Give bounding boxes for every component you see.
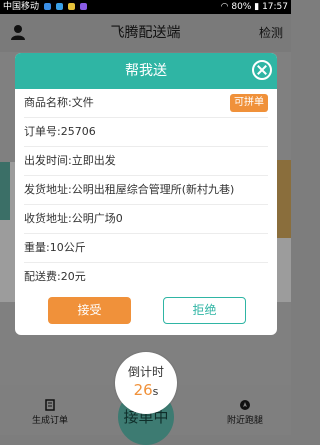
order-number: 订单号:25706	[24, 125, 96, 138]
document-icon	[45, 399, 55, 411]
delivery-address: 收货地址:公明广场0	[24, 212, 123, 225]
status-right: ◠ 80% ▮ 17:57	[221, 0, 288, 14]
background-strip	[0, 162, 10, 220]
carrier-label: 中国移动	[3, 2, 40, 12]
row-pickup-address: 发货地址:公明出租屋综合管理所(新村九巷)	[24, 176, 268, 205]
pickup-address: 发货地址:公明出租屋综合管理所(新村九巷)	[24, 183, 235, 196]
row-order-number: 订单号:25706	[24, 118, 268, 147]
app-bar: 飞腾配送端 检测	[0, 14, 291, 52]
combinable-badge: 可拼单	[230, 94, 268, 112]
status-carrier: 中国移动	[3, 0, 87, 14]
nav-nearby[interactable]: 附近跑腿	[215, 399, 275, 426]
countdown-unit: s	[152, 385, 159, 398]
countdown-label: 倒计时	[127, 365, 164, 379]
background-badge	[277, 160, 291, 238]
row-product: 商品名称:文件 可拼单	[24, 89, 268, 118]
row-delivery-address: 收货地址:公明广场0	[24, 205, 268, 234]
order-modal: 帮我送 商品名称:文件 可拼单 订单号:25706 出发时间:立即出发 发货地址…	[15, 53, 277, 335]
compass-icon	[240, 400, 250, 410]
close-icon[interactable]	[252, 60, 272, 80]
battery-icon: ▮	[254, 2, 260, 12]
accept-button[interactable]: 接受	[48, 297, 131, 324]
notification-icon	[79, 3, 87, 10]
row-depart-time: 出发时间:立即出发	[24, 147, 268, 176]
battery-percent: 80%	[231, 2, 252, 12]
notification-icon	[43, 3, 51, 10]
user-icon[interactable]	[10, 24, 26, 40]
notification-icon	[67, 3, 75, 10]
depart-time: 出发时间:立即出发	[24, 154, 116, 167]
countdown-seconds: 26	[133, 381, 153, 399]
detect-button[interactable]: 检测	[259, 14, 283, 52]
row-fee: 配送费:20元	[24, 263, 268, 291]
modal-title: 帮我送	[125, 63, 167, 79]
clock: 17:57	[262, 2, 288, 12]
product-name: 商品名称:文件	[24, 96, 94, 109]
countdown-timer: 倒计时 26s	[115, 352, 177, 414]
nav-nearby-label: 附近跑腿	[226, 416, 263, 426]
row-weight: 重量:10公斤	[24, 234, 268, 263]
app-title: 飞腾配送端	[110, 25, 181, 41]
nav-create-order[interactable]: 生成订单	[20, 399, 80, 426]
notification-icon	[55, 3, 63, 10]
reject-button[interactable]: 拒绝	[163, 297, 246, 324]
modal-header: 帮我送	[15, 53, 277, 89]
status-bar: 中国移动 ◠ 80% ▮ 17:57	[0, 0, 291, 14]
delivery-fee: 配送费:20元	[24, 270, 86, 283]
wifi-icon: ◠	[220, 2, 229, 12]
nav-create-order-label: 生成订单	[31, 416, 68, 426]
weight: 重量:10公斤	[24, 241, 86, 254]
